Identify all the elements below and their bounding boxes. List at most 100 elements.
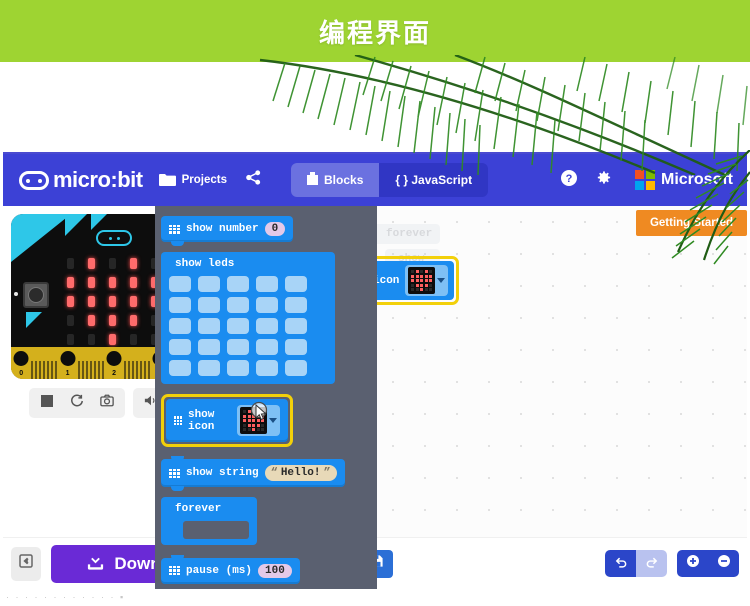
- led-toggle-grid[interactable]: [169, 276, 327, 377]
- collapse-simulator-button[interactable]: [11, 546, 41, 581]
- button-a-marker-icon: [26, 312, 42, 328]
- ghost-forever-block: forever: [377, 224, 441, 244]
- led-4-1: [88, 334, 95, 345]
- editor-mode-toggle[interactable]: Blocks { } JavaScript: [291, 163, 489, 197]
- icon-led: [411, 279, 415, 282]
- tab-blocks[interactable]: Blocks: [291, 163, 380, 197]
- icon-led: [411, 288, 415, 291]
- basic-category-icon: [169, 468, 180, 478]
- settings-button[interactable]: [587, 164, 619, 196]
- pin-label: 2: [112, 370, 116, 377]
- share-icon: [245, 170, 261, 190]
- blocks-workspace[interactable]: forever show forever show icon: [377, 206, 747, 589]
- show-number-block[interactable]: show number 0: [161, 216, 294, 247]
- icon-led: [252, 428, 255, 432]
- undo-redo-group: [605, 550, 667, 577]
- icon-led: [429, 274, 433, 278]
- pin-label: 0: [19, 370, 24, 377]
- led-3-1: [88, 315, 95, 326]
- microbit-logo[interactable]: micro:bit: [19, 167, 143, 193]
- blocks-icon: [307, 172, 319, 188]
- show-icon-block-selected[interactable]: show icon: [161, 394, 293, 448]
- pin-label: 1: [65, 370, 70, 377]
- small-pins-group: [31, 357, 58, 379]
- share-button[interactable]: [237, 164, 269, 196]
- tab-javascript-label: { } JavaScript: [395, 173, 473, 187]
- icon-led: [247, 428, 251, 432]
- icon-led: [411, 283, 415, 287]
- open-quote-icon: “: [270, 466, 278, 481]
- redo-icon: [645, 555, 659, 573]
- icon-led: [424, 288, 428, 291]
- download-icon: [86, 552, 105, 576]
- undo-button[interactable]: [605, 550, 636, 577]
- icon-led: [256, 428, 260, 432]
- svg-text:?: ?: [566, 173, 573, 185]
- led-3-3: [130, 315, 137, 326]
- help-button[interactable]: ?: [553, 164, 585, 196]
- microsoft-branding[interactable]: Microsoft: [635, 170, 733, 190]
- pause-value[interactable]: 100: [258, 563, 292, 578]
- led-0-3: [130, 258, 137, 269]
- icon-led: [243, 419, 246, 423]
- led-3-0: [67, 315, 74, 326]
- getting-started-button[interactable]: Getting Started: [635, 210, 747, 236]
- show-string-block[interactable]: show string “ Hello! ”: [161, 456, 345, 492]
- bottom-cutoff-strip: · · · · · · · · · · · · ▪: [0, 588, 750, 606]
- pin-0[interactable]: 0: [11, 349, 32, 379]
- undo-icon: [614, 555, 628, 573]
- button-a[interactable]: [23, 282, 49, 308]
- show-icon-block[interactable]: show icon: [166, 399, 288, 443]
- basic-category-icon: [169, 566, 180, 575]
- projects-menu-button[interactable]: Projects: [149, 166, 237, 194]
- workspace-show-icon-block[interactable]: show icon: [377, 261, 455, 300]
- led-4-0: [67, 334, 74, 345]
- header-right-group: ? Microsoft: [553, 164, 739, 196]
- icon-led: [429, 288, 433, 291]
- workspace-show-icon-block-selected[interactable]: show icon: [377, 256, 460, 305]
- microbit-logo-text: micro:bit: [53, 167, 143, 192]
- zoom-in-button[interactable]: [677, 550, 708, 577]
- restart-icon: [70, 393, 84, 413]
- edge-dot-left: [14, 292, 18, 296]
- tab-javascript[interactable]: { } JavaScript: [379, 163, 488, 197]
- show-string-value: Hello!: [280, 467, 321, 480]
- forever-block[interactable]: forever: [161, 497, 257, 546]
- led-2-0: [67, 296, 74, 307]
- icon-led: [429, 279, 433, 282]
- restart-button[interactable]: [62, 391, 92, 415]
- icon-led: [420, 279, 424, 282]
- pin-2[interactable]: 2: [103, 349, 125, 379]
- led-0-2: [109, 258, 116, 269]
- icon-led: [429, 270, 433, 273]
- stop-button[interactable]: [32, 391, 62, 415]
- led-1-0: [67, 277, 74, 288]
- workspace-icon-dropdown[interactable]: [405, 265, 449, 296]
- pin-1[interactable]: 1: [57, 349, 78, 379]
- show-number-value[interactable]: 0: [264, 222, 286, 237]
- folder-icon: [158, 173, 176, 187]
- screenshot-button[interactable]: [92, 391, 122, 415]
- pause-block[interactable]: pause (ms) 100: [161, 554, 300, 584]
- simulator-run-controls: [29, 388, 125, 418]
- redo-button[interactable]: [636, 550, 667, 577]
- mouse-cursor: [250, 401, 270, 427]
- icon-led: [415, 270, 419, 273]
- collapse-icon: [19, 554, 33, 573]
- show-string-value-field[interactable]: “ Hello! ”: [264, 465, 337, 482]
- led-matrix-display: [67, 258, 161, 345]
- zoom-out-button[interactable]: [708, 550, 739, 577]
- help-icon: ?: [560, 169, 578, 192]
- led-1-1: [88, 277, 95, 288]
- forever-block-mouth: [183, 521, 249, 540]
- icon-led: [420, 283, 424, 287]
- small-pins-group: [124, 357, 151, 379]
- icon-led: [424, 270, 428, 273]
- led-4-2: [109, 334, 116, 345]
- close-quote-icon: ”: [323, 466, 331, 481]
- show-leds-block[interactable]: show leds: [161, 252, 335, 385]
- led-1-2: [109, 277, 116, 288]
- icon-led: [424, 279, 428, 282]
- icon-led: [243, 414, 246, 418]
- basic-category-icon: [169, 224, 180, 234]
